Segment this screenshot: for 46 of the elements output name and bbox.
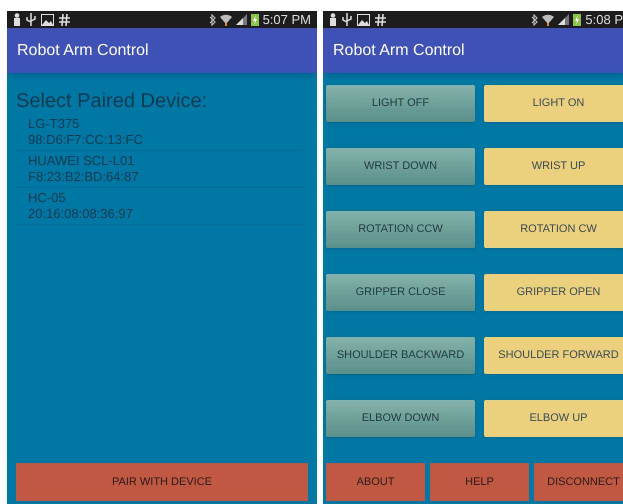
control-button[interactable]: ELBOW UP	[484, 400, 623, 437]
control-button[interactable]: ROTATION CCW	[326, 211, 475, 248]
device-name: HUAWEI SCL-L01	[28, 153, 136, 169]
device-name: HC-05	[28, 190, 67, 206]
image-icon	[357, 14, 370, 26]
status-time: 5:07 PM	[262, 13, 311, 26]
device-address: F8:23:B2:BD:64:87	[28, 169, 140, 185]
wifi-icon	[220, 14, 232, 26]
status-time: 5:08 P	[585, 13, 623, 26]
device-name: LG-T375	[28, 116, 80, 132]
bluetooth-icon	[208, 14, 216, 26]
control-button[interactable]: SHOULDER BACKWARD	[326, 337, 475, 374]
device-address: 98:D6:F7:CC:13:FC	[28, 132, 144, 148]
control-button[interactable]: SHOULDER FORWARD	[484, 337, 623, 374]
action-button[interactable]: ABOUT	[326, 463, 425, 501]
control-button[interactable]: GRIPPER OPEN	[484, 274, 623, 311]
battery-charging-icon	[250, 13, 259, 26]
image-icon	[41, 14, 54, 26]
usb-icon	[26, 13, 36, 26]
control-button[interactable]: ROTATION CW	[484, 211, 623, 248]
hash-icon	[59, 14, 70, 26]
usb-icon	[342, 13, 352, 26]
battery-charging-icon	[573, 13, 582, 26]
control-button[interactable]: WRIST UP	[484, 148, 623, 185]
device-item[interactable]: HUAWEI SCL-L01 F8:23:B2:BD:64:87	[16, 151, 303, 188]
list-heading: Select Paired Device:	[16, 89, 208, 114]
person-icon	[329, 13, 337, 26]
control-button[interactable]: LIGHT OFF	[326, 85, 475, 122]
bluetooth-icon	[531, 14, 538, 26]
action-button[interactable]: PAIR WITH DEVICE	[16, 463, 308, 501]
hash-icon	[375, 14, 386, 26]
device-item[interactable]: LG-T375 98:D6:F7:CC:13:FC	[16, 114, 303, 151]
device-address: 20:16:08:08:36:97	[28, 206, 134, 222]
control-button[interactable]: GRIPPER CLOSE	[326, 274, 475, 311]
control-button[interactable]: WRIST DOWN	[326, 148, 475, 185]
control-button[interactable]: ELBOW DOWN	[326, 400, 475, 437]
person-icon	[13, 13, 21, 26]
signal-icon	[558, 14, 570, 25]
action-button[interactable]: DISCONNECT	[534, 463, 623, 501]
app-title: Robot Arm Control	[333, 40, 465, 60]
wifi-icon	[542, 14, 554, 26]
app-title: Robot Arm Control	[17, 40, 149, 60]
control-button[interactable]: LIGHT ON	[484, 85, 623, 122]
action-button[interactable]: HELP	[430, 463, 529, 501]
signal-icon	[236, 14, 247, 25]
device-item[interactable]: HC-05 20:16:08:08:36:97	[16, 188, 303, 225]
